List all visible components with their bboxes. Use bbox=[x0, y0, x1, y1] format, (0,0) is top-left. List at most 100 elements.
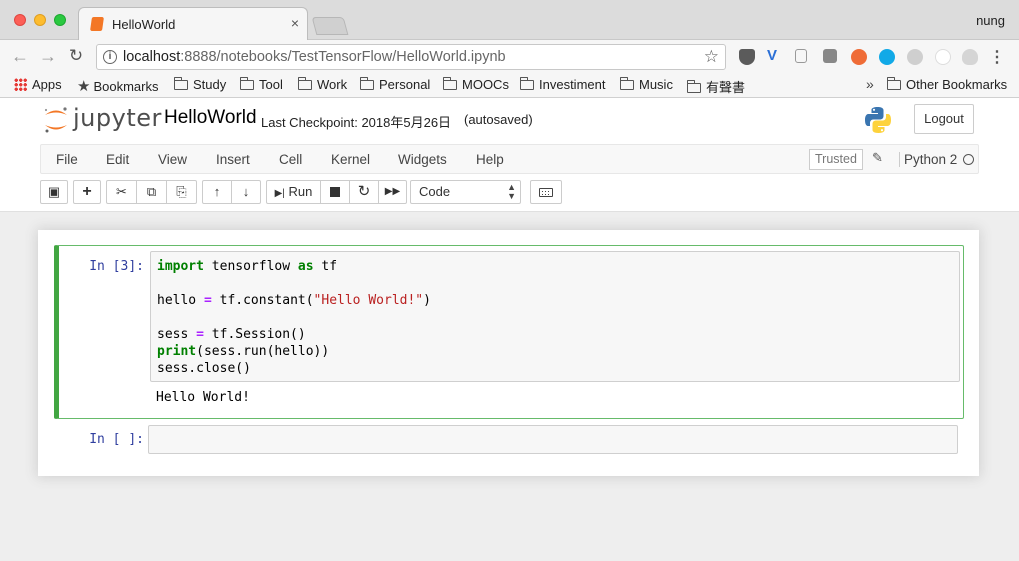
star-icon: ★ bbox=[77, 78, 91, 95]
jupyter-logo-icon[interactable] bbox=[42, 106, 70, 134]
insert-cell-button[interactable]: + bbox=[73, 180, 101, 204]
window-minimize-button[interactable] bbox=[34, 14, 46, 26]
kernel-name[interactable]: Python 2 bbox=[899, 152, 957, 167]
cell-type-select[interactable]: Code ▲ ▼ bbox=[410, 180, 521, 204]
notebook-container: In [3]: import tensorflow as tf hello = … bbox=[38, 230, 979, 476]
menu-edit[interactable]: Edit bbox=[106, 152, 129, 167]
folder-icon bbox=[687, 80, 701, 93]
python-logo-icon bbox=[865, 107, 891, 133]
tab-close-icon[interactable]: × bbox=[291, 15, 299, 31]
skype-extension-icon[interactable] bbox=[879, 49, 895, 65]
bookmark-star-icon[interactable]: ☆ bbox=[704, 47, 719, 67]
restart-icon: ↻ bbox=[357, 183, 371, 200]
apps-grid-icon bbox=[14, 78, 27, 91]
code-line-6: print(sess.run(hello)) bbox=[157, 344, 330, 359]
code-cell-selected[interactable]: In [3]: import tensorflow as tf hello = … bbox=[54, 245, 964, 419]
menu-file[interactable]: File bbox=[56, 152, 78, 167]
menu-cell[interactable]: Cell bbox=[279, 152, 302, 167]
notebook-name[interactable]: HelloWorld bbox=[164, 107, 257, 129]
folder-icon bbox=[620, 77, 634, 90]
vimium-extension-icon[interactable]: V bbox=[767, 47, 783, 64]
chrome-menu-icon[interactable]: ⋮ bbox=[989, 47, 1005, 67]
bookmark-folder-moocs[interactable]: MOOCs bbox=[443, 77, 509, 92]
browser-title-bar: HelloWorld × nung bbox=[0, 0, 1019, 40]
tab-title: HelloWorld bbox=[112, 17, 176, 32]
bulb-extension-icon[interactable] bbox=[962, 49, 978, 65]
trello-extension-icon[interactable] bbox=[823, 49, 837, 63]
pocket-extension-icon[interactable] bbox=[739, 49, 755, 65]
browser-tab-active[interactable]: HelloWorld × bbox=[78, 7, 308, 40]
url-host: localhost bbox=[123, 49, 181, 65]
bookmark-folder-audiobooks[interactable]: 有聲書 bbox=[687, 77, 745, 96]
cell-type-value: Code bbox=[419, 184, 451, 199]
move-up-button[interactable]: ↑ bbox=[202, 180, 232, 204]
empty-code-editor[interactable] bbox=[148, 425, 958, 454]
bookmark-folder-study[interactable]: Study bbox=[174, 77, 226, 92]
new-tab-button[interactable] bbox=[311, 17, 349, 35]
profile-name[interactable]: nung bbox=[976, 13, 1005, 28]
last-checkpoint: Last Checkpoint: 2018年5月26日 bbox=[261, 115, 452, 130]
puzzle-extension-icon[interactable] bbox=[907, 49, 923, 65]
copy-extension-icon[interactable] bbox=[795, 49, 807, 63]
bookmark-folder-music[interactable]: Music bbox=[620, 77, 673, 92]
run-button[interactable]: ▶| Run bbox=[266, 180, 321, 204]
autosave-status: (autosaved) bbox=[464, 112, 533, 127]
move-down-button[interactable]: ↓ bbox=[231, 180, 261, 204]
bookmark-folder-work[interactable]: Work bbox=[298, 77, 347, 92]
menu-insert[interactable]: Insert bbox=[216, 152, 250, 167]
fast-forward-icon: ▶▶ bbox=[384, 186, 401, 197]
select-arrows-icon: ▲ ▼ bbox=[507, 182, 516, 201]
bookmark-folder-investiment[interactable]: Investiment bbox=[520, 77, 605, 92]
trusted-indicator[interactable]: Trusted bbox=[809, 149, 863, 170]
jupyter-favicon-icon bbox=[90, 17, 104, 31]
back-arrow-icon[interactable]: ← bbox=[10, 46, 30, 66]
code-line-5: sess = tf.Session() bbox=[157, 327, 306, 342]
paste-button[interactable]: ⎘ bbox=[166, 180, 197, 204]
code-editor[interactable]: import tensorflow as tf hello = tf.const… bbox=[150, 251, 960, 382]
forward-arrow-icon[interactable]: → bbox=[38, 46, 58, 66]
bookmark-folder-personal[interactable]: Personal bbox=[360, 77, 430, 92]
reload-icon[interactable]: ↻ bbox=[66, 46, 86, 66]
info-icon[interactable]: i bbox=[103, 50, 117, 64]
restart-run-all-button[interactable]: ▶▶ bbox=[378, 180, 407, 204]
folder-icon bbox=[887, 77, 901, 90]
folder-icon bbox=[240, 77, 254, 90]
code-content: import tensorflow as tf hello = tf.const… bbox=[151, 252, 959, 383]
bookmark-folder-other[interactable]: Other Bookmarks bbox=[887, 77, 1007, 92]
bookmark-bookmarks[interactable]: ★ Bookmarks bbox=[77, 77, 158, 95]
scissors-icon: ✂ bbox=[116, 184, 127, 199]
ghost-extension-icon[interactable] bbox=[935, 49, 951, 65]
pencil-icon[interactable]: ✎ bbox=[872, 150, 883, 166]
copy-button[interactable]: ⧉ bbox=[136, 180, 167, 204]
bookmarks-overflow-icon[interactable]: » bbox=[866, 76, 874, 92]
input-prompt: In [3]: bbox=[89, 259, 144, 274]
command-palette-button[interactable] bbox=[530, 180, 562, 204]
folder-icon bbox=[298, 77, 312, 90]
copy-icon: ⧉ bbox=[146, 184, 157, 199]
jupyter-logo-text[interactable]: jupyter bbox=[73, 104, 162, 132]
bookmark-folder-tool[interactable]: Tool bbox=[240, 77, 283, 92]
window-maximize-button[interactable] bbox=[54, 14, 66, 26]
arrow-up-icon: ↑ bbox=[213, 184, 221, 199]
save-icon: ▣ bbox=[47, 184, 61, 199]
lastpass-extension-icon[interactable] bbox=[851, 49, 867, 65]
menu-kernel[interactable]: Kernel bbox=[331, 152, 370, 167]
keyboard-icon bbox=[539, 188, 553, 197]
menu-widgets[interactable]: Widgets bbox=[398, 152, 447, 167]
bookmark-apps[interactable]: Apps bbox=[14, 77, 62, 92]
save-button[interactable]: ▣ bbox=[40, 180, 68, 204]
logout-button[interactable]: Logout bbox=[914, 104, 974, 134]
code-line-3: hello = tf.constant("Hello World!") bbox=[157, 293, 431, 308]
url-text[interactable]: localhost:8888/notebooks/TestTensorFlow/… bbox=[123, 49, 506, 65]
interrupt-button[interactable] bbox=[320, 180, 350, 204]
browser-toolbar: ← → ↻ i localhost:8888/notebooks/TestTen… bbox=[0, 40, 1019, 74]
menu-help[interactable]: Help bbox=[476, 152, 504, 167]
code-line-7: sess.close() bbox=[157, 361, 251, 376]
restart-button[interactable]: ↻ bbox=[349, 180, 379, 204]
window-close-button[interactable] bbox=[14, 14, 26, 26]
bookmarks-bar: Apps ★ Bookmarks Study Tool Work Personal… bbox=[0, 74, 1019, 98]
cut-button[interactable]: ✂ bbox=[106, 180, 137, 204]
address-bar[interactable]: i localhost:8888/notebooks/TestTensorFlo… bbox=[96, 44, 726, 70]
paste-icon: ⎘ bbox=[176, 184, 187, 199]
menu-view[interactable]: View bbox=[158, 152, 187, 167]
